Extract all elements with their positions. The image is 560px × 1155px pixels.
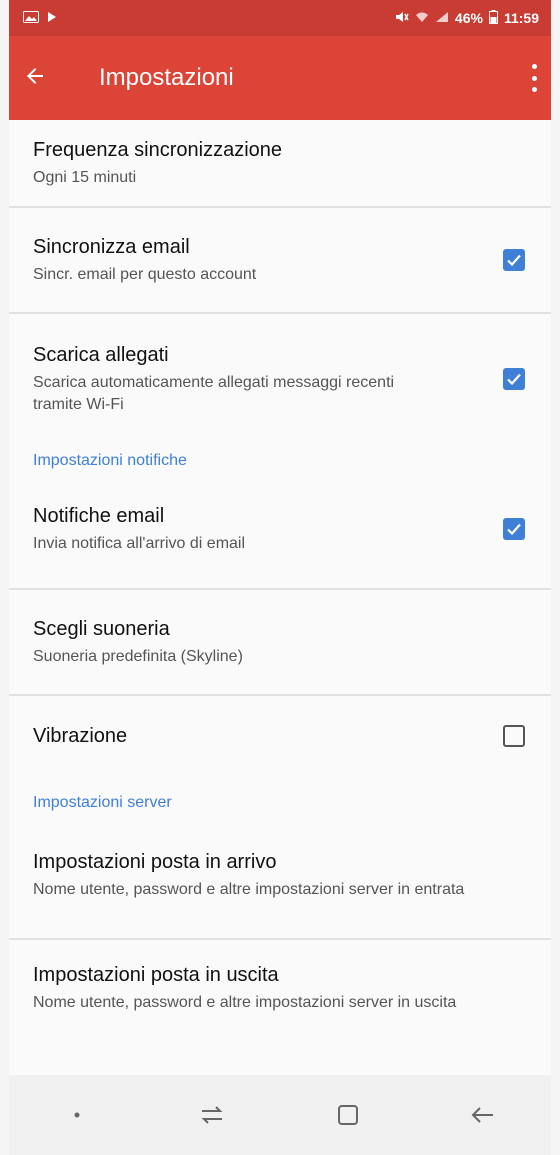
- home-icon[interactable]: [318, 1085, 378, 1145]
- check-icon: [507, 373, 521, 386]
- dot-icon[interactable]: [47, 1085, 107, 1145]
- setting-vibration[interactable]: Vibrazione: [9, 696, 551, 776]
- signal-icon: [435, 10, 449, 26]
- setting-outgoing-server[interactable]: Impostazioni posta in uscita Nome utente…: [9, 940, 551, 1050]
- setting-title: Scarica allegati: [33, 344, 169, 366]
- mute-icon: [395, 10, 409, 26]
- image-icon: [23, 10, 39, 26]
- setting-sync-email[interactable]: Sincronizza email Sincr. email per quest…: [9, 208, 551, 312]
- status-bar: 46% 11:59: [9, 0, 551, 36]
- wifi-icon: [415, 10, 429, 26]
- setting-title: Vibrazione: [33, 725, 128, 747]
- setting-title: Notifiche email: [33, 505, 165, 527]
- navigation-bar: [9, 1075, 551, 1155]
- section-header-server: Impostazioni server: [33, 794, 172, 811]
- setting-subtitle: Nome utente, password e altre impostazio…: [33, 881, 465, 898]
- setting-subtitle: Ogni 15 minuti: [33, 169, 137, 186]
- setting-title: Scegli suoneria: [33, 618, 170, 640]
- battery-percent: 46%: [454, 10, 483, 26]
- play-icon: [47, 10, 57, 26]
- more-vert-icon[interactable]: [531, 64, 537, 92]
- recent-apps-icon[interactable]: [182, 1085, 242, 1145]
- page-title: Impostazioni: [99, 64, 234, 91]
- settings-list: Frequenza sincronizzazione Ogni 15 minut…: [9, 120, 551, 1050]
- section-header-notifications: Impostazioni notifiche: [33, 452, 187, 469]
- setting-title: Frequenza sincronizzazione: [33, 139, 283, 161]
- setting-subtitle: Scarica automaticamente allegati messagg…: [33, 374, 395, 413]
- back-icon[interactable]: [453, 1085, 513, 1145]
- setting-ringtone[interactable]: Scegli suoneria Suoneria predefinita (Sk…: [9, 590, 551, 694]
- phone-screen: 46% 11:59 Impostazioni Frequenza sincron…: [9, 0, 551, 1155]
- arrow-left-icon: [27, 67, 43, 84]
- setting-download-attachments[interactable]: Scarica allegati Scarica automaticamente…: [9, 314, 551, 444]
- check-icon: [507, 254, 521, 267]
- setting-sync-frequency[interactable]: Frequenza sincronizzazione Ogni 15 minut…: [9, 120, 551, 206]
- battery-icon: [488, 9, 498, 27]
- setting-title: Impostazioni posta in arrivo: [33, 851, 277, 873]
- app-bar: Impostazioni: [9, 36, 551, 120]
- setting-title: Impostazioni posta in uscita: [33, 964, 279, 986]
- setting-subtitle: Suoneria predefinita (Skyline): [33, 648, 243, 665]
- setting-incoming-server[interactable]: Impostazioni posta in arrivo Nome utente…: [9, 812, 551, 938]
- email-notifications-checkbox[interactable]: [503, 518, 525, 540]
- setting-email-notifications[interactable]: Notifiche email Invia notifica all'arriv…: [9, 470, 551, 588]
- setting-title: Sincronizza email: [33, 236, 190, 258]
- clock: 11:59: [503, 10, 539, 26]
- setting-subtitle: Sincr. email per questo account: [33, 266, 257, 283]
- vibration-checkbox[interactable]: [503, 725, 525, 747]
- back-button[interactable]: [23, 64, 63, 93]
- sync-email-checkbox[interactable]: [503, 249, 525, 271]
- setting-subtitle: Invia notifica all'arrivo di email: [33, 535, 246, 552]
- check-icon: [507, 523, 521, 536]
- download-attachments-checkbox[interactable]: [503, 368, 525, 390]
- setting-subtitle: Nome utente, password e altre impostazio…: [33, 994, 457, 1011]
